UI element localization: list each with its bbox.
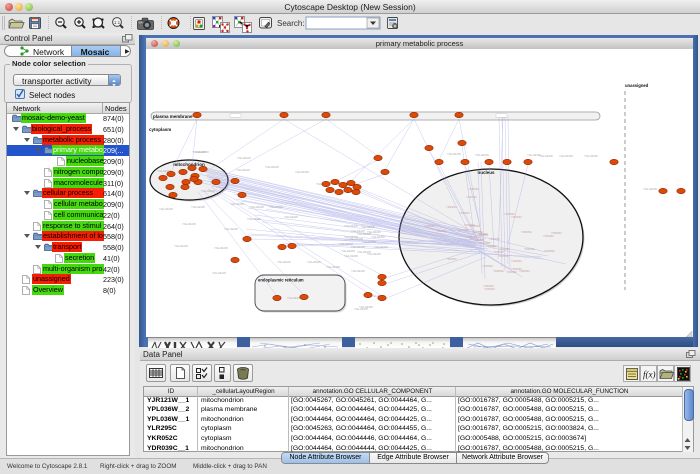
svg-text:YDR39C: YDR39C (436, 229, 447, 233)
svg-text:YDR39C: YDR39C (464, 223, 475, 227)
svg-text:unassigned: unassigned (625, 83, 649, 88)
svg-text:cytoplasm: cytoplasm (149, 127, 171, 132)
svg-text:YGL022W: YGL022W (374, 245, 388, 249)
svg-text:YGL022W: YGL022W (341, 249, 355, 253)
svg-text:YGL022W: YGL022W (643, 187, 657, 191)
svg-text:YGL022W: YGL022W (214, 246, 228, 250)
svg-text:YDR39C: YDR39C (506, 270, 517, 274)
svg-text:YGL022W: YGL022W (277, 260, 291, 264)
svg-text:YGL022W: YGL022W (195, 150, 209, 154)
svg-text:YGL022W: YGL022W (182, 222, 196, 226)
svg-text:YGL022W: YGL022W (359, 305, 373, 309)
svg-text:YGL022W: YGL022W (344, 254, 358, 258)
svg-text:YDR39C: YDR39C (482, 264, 493, 268)
svg-text:YDR39C: YDR39C (544, 249, 555, 253)
svg-text:YDR39C: YDR39C (468, 187, 479, 191)
svg-text:YGL022W: YGL022W (326, 265, 340, 269)
svg-text:YDR39C: YDR39C (524, 247, 535, 251)
svg-text:YGL022W: YGL022W (344, 224, 358, 228)
svg-text:YDR39C: YDR39C (519, 269, 530, 273)
svg-text:YGL022W: YGL022W (224, 227, 238, 231)
svg-text:YDR39C: YDR39C (543, 234, 554, 238)
svg-text:YGL022W: YGL022W (175, 162, 189, 166)
svg-text:YDR39C: YDR39C (521, 230, 532, 234)
svg-text:YGL022W: YGL022W (559, 154, 573, 158)
svg-text:YGL022W: YGL022W (230, 202, 244, 206)
svg-text:YGL022W: YGL022W (237, 156, 251, 160)
svg-text:f(x): f(x) (643, 370, 656, 380)
svg-text:YGL022W: YGL022W (539, 154, 553, 158)
svg-text:YGL022W: YGL022W (159, 207, 173, 211)
svg-text:YDR39C: YDR39C (458, 228, 469, 232)
svg-text:YGL022W: YGL022W (351, 269, 365, 273)
svg-text:YDR39C: YDR39C (486, 244, 497, 248)
svg-text:YGL022W: YGL022W (371, 235, 385, 239)
svg-text:YGL022W: YGL022W (307, 260, 321, 264)
svg-text:1:1: 1:1 (114, 20, 121, 25)
svg-text:YGL022W: YGL022W (284, 215, 298, 219)
svg-text:YGL022W: YGL022W (174, 244, 188, 248)
svg-text:YDR39C: YDR39C (511, 259, 522, 263)
svg-text:YGL022W: YGL022W (367, 252, 381, 256)
svg-text:Search:: Search: (277, 19, 305, 28)
svg-text:YGL022W: YGL022W (269, 205, 283, 209)
svg-text:YDR39C: YDR39C (424, 224, 435, 228)
svg-text:YDR39C: YDR39C (477, 233, 488, 237)
svg-text:YGL022W: YGL022W (250, 205, 264, 209)
svg-text:YDR39C: YDR39C (484, 287, 495, 291)
svg-text:YGL022W: YGL022W (287, 296, 301, 300)
svg-text:YGL022W: YGL022W (247, 217, 261, 221)
svg-text:YDR39C: YDR39C (511, 215, 522, 219)
svg-text:YGL022W: YGL022W (475, 153, 489, 157)
svg-text:plasma membrane: plasma membrane (153, 114, 193, 119)
svg-text:YGL022W: YGL022W (349, 237, 363, 241)
svg-text:YGL022W: YGL022W (236, 168, 250, 172)
svg-text:YGL022W: YGL022W (191, 205, 205, 209)
svg-text:YGL022W: YGL022W (362, 240, 376, 244)
svg-text:YGL022W: YGL022W (212, 271, 226, 275)
svg-text:YGL022W: YGL022W (361, 225, 375, 229)
svg-text:YGL022W: YGL022W (584, 154, 598, 158)
svg-text:YDR39C: YDR39C (489, 237, 500, 241)
svg-text:YDR39C: YDR39C (459, 211, 470, 215)
svg-text:nucleus: nucleus (477, 170, 495, 175)
svg-text:YDR39C: YDR39C (498, 254, 509, 258)
svg-text:YGL022W: YGL022W (265, 165, 279, 169)
svg-text:YDR39C: YDR39C (446, 257, 457, 261)
svg-text:YGL022W: YGL022W (447, 152, 461, 156)
svg-text:YDR39C: YDR39C (493, 269, 504, 273)
svg-text:YGL022W: YGL022W (201, 189, 215, 193)
svg-text:YDR39C: YDR39C (446, 205, 457, 209)
svg-text:YGL022W: YGL022W (357, 232, 371, 236)
svg-text:YDR39C: YDR39C (466, 195, 477, 199)
svg-text:YGL022W: YGL022W (295, 170, 309, 174)
